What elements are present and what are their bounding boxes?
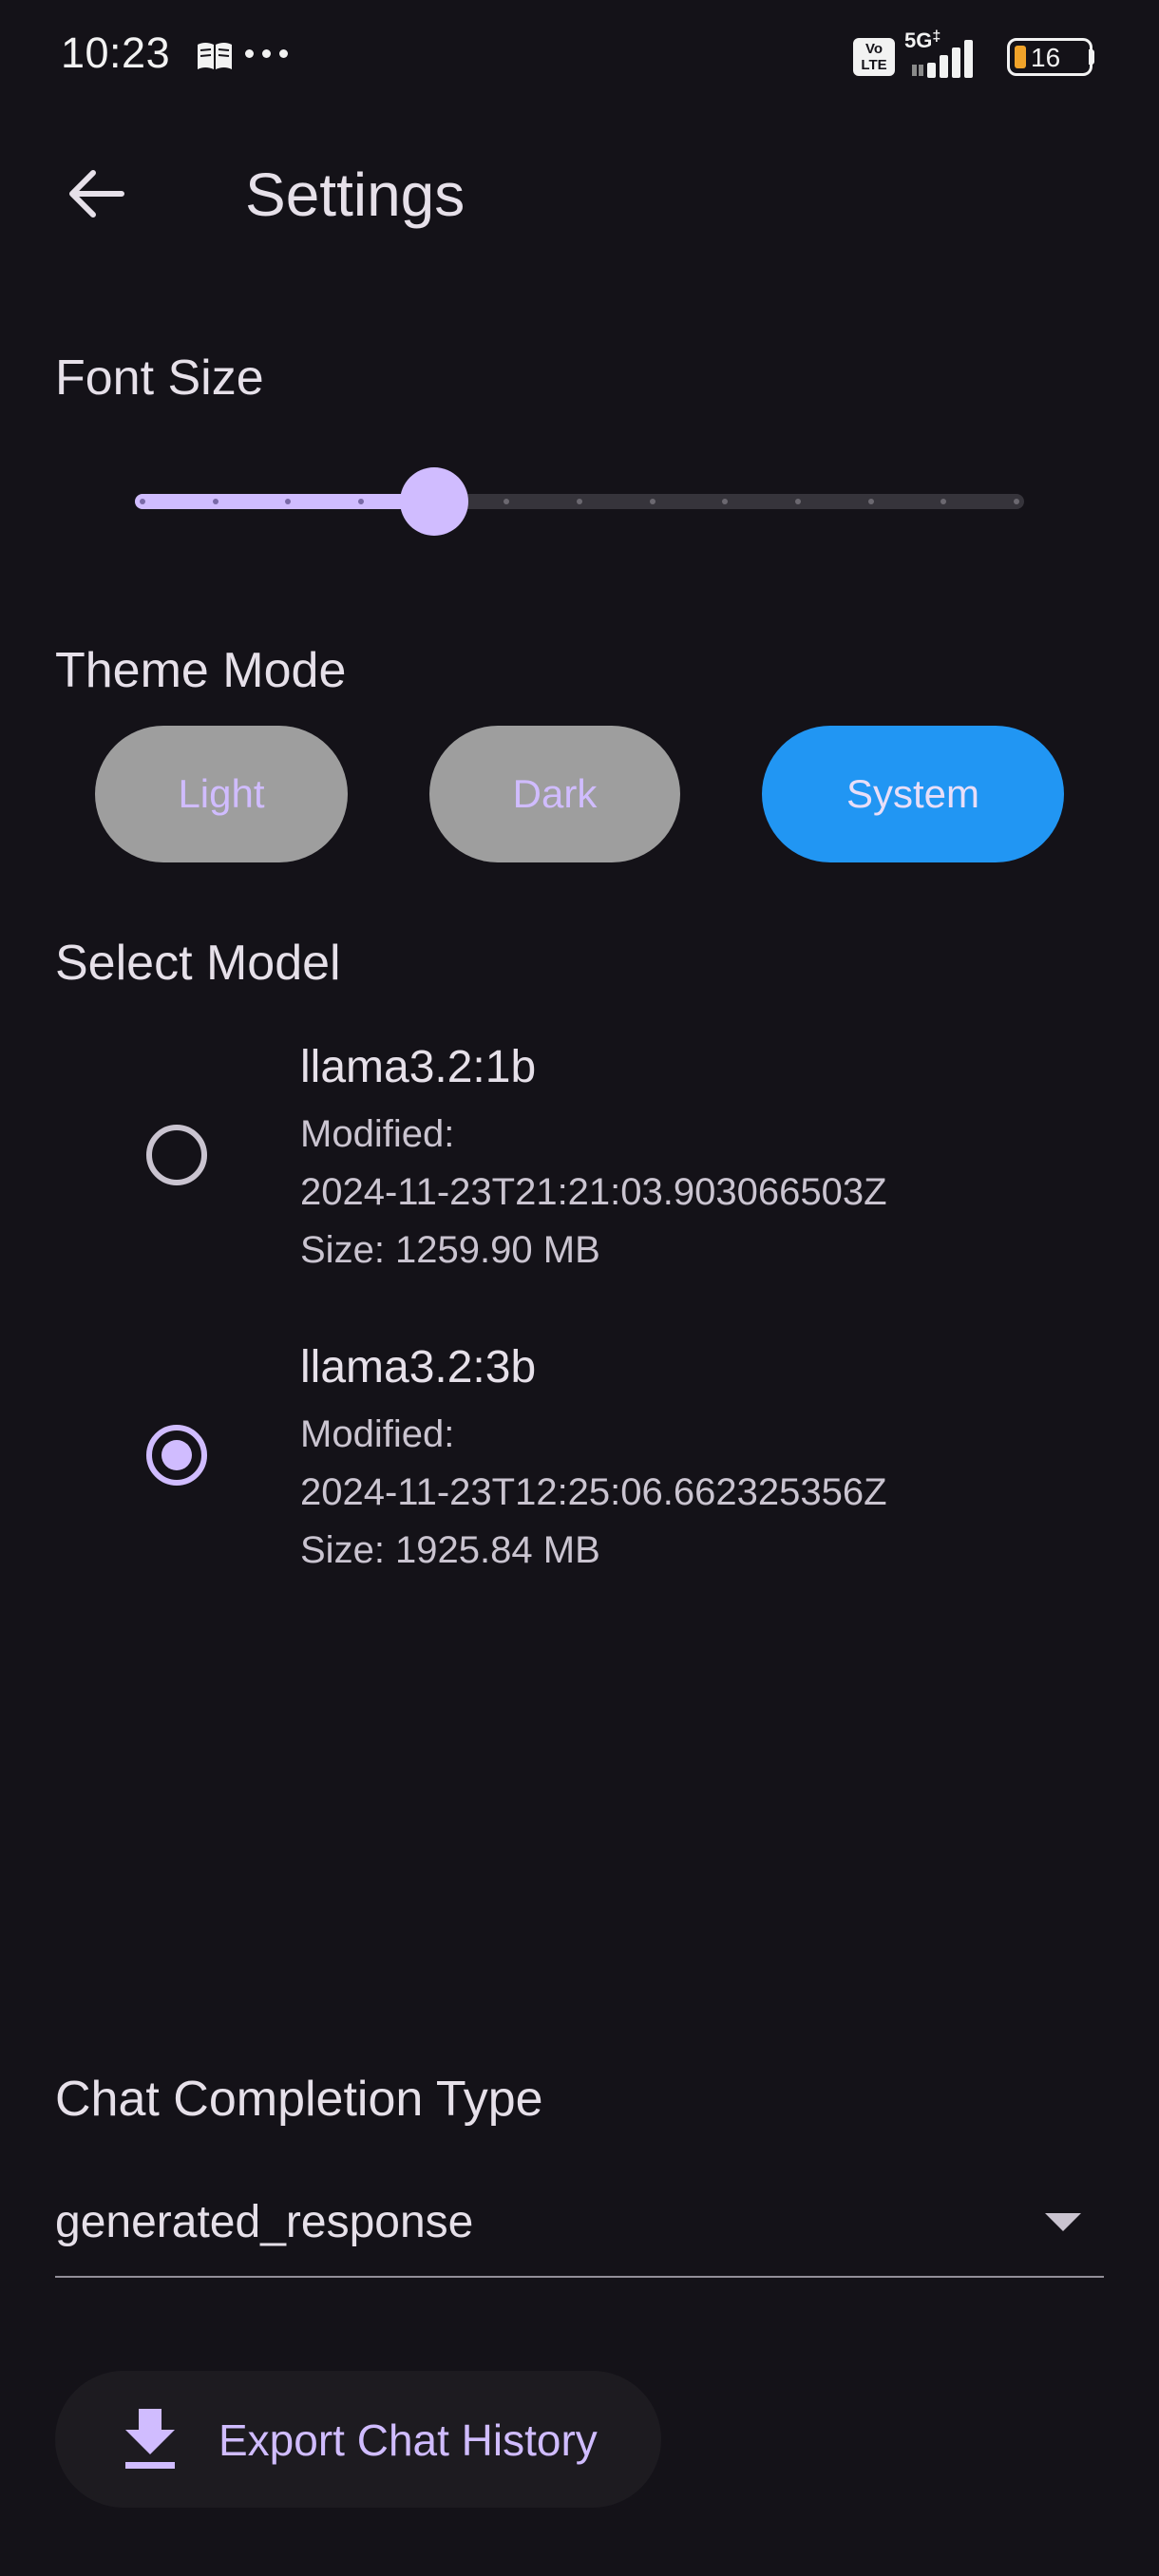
slider-tick xyxy=(577,499,582,504)
battery-level: 16 xyxy=(1031,43,1061,72)
model-list-item[interactable]: llama3.2:1b Modified: 2024-11-23T21:21:0… xyxy=(0,1035,1159,1292)
model-size: Size: 1259.90 MB xyxy=(300,1229,600,1271)
slider-tick xyxy=(212,499,218,504)
export-chat-history-button[interactable]: Export Chat History xyxy=(55,2371,661,2508)
dropdown-arrow-icon xyxy=(1045,2213,1081,2231)
select-model-label: Select Model xyxy=(55,936,341,991)
dropdown-value: generated_response xyxy=(55,2197,474,2247)
status-time: 10:23 xyxy=(61,28,171,77)
slider-tick xyxy=(140,499,145,504)
font-size-label: Font Size xyxy=(55,350,264,406)
slider-tick xyxy=(1014,499,1019,504)
slider-tick xyxy=(358,499,364,504)
back-button[interactable] xyxy=(53,152,137,236)
arrow-back-icon xyxy=(69,170,124,218)
more-notifications-icon xyxy=(245,49,291,59)
theme-mode-label: Theme Mode xyxy=(55,643,347,698)
model-name: llama3.2:3b xyxy=(300,1342,537,1392)
settings-screen: 10:23 Vo LTE 5G‡ 16 Settings Font Size T… xyxy=(0,0,1159,2576)
download-icon xyxy=(125,2409,175,2469)
slider-thumb[interactable] xyxy=(399,467,468,536)
model-size: Size: 1925.84 MB xyxy=(300,1529,600,1571)
status-bar: 10:23 Vo LTE 5G‡ 16 xyxy=(0,0,1159,114)
book-icon xyxy=(196,41,234,76)
model-radio-button[interactable] xyxy=(146,1425,207,1486)
model-radio-button[interactable] xyxy=(146,1125,207,1185)
chat-completion-dropdown[interactable]: generated_response xyxy=(55,2185,1104,2278)
model-modified-label: Modified: xyxy=(300,1413,455,1455)
model-modified-label: Modified: xyxy=(300,1113,455,1155)
export-label: Export Chat History xyxy=(218,2415,598,2465)
slider-active-track xyxy=(135,494,434,509)
theme-light-button[interactable]: Light xyxy=(95,726,348,862)
theme-dark-button[interactable]: Dark xyxy=(429,726,680,862)
volte-icon: Vo LTE xyxy=(853,38,895,76)
slider-tick xyxy=(649,499,656,504)
page-title: Settings xyxy=(245,161,466,229)
model-name: llama3.2:1b xyxy=(300,1042,537,1092)
model-list-item[interactable]: llama3.2:3b Modified: 2024-11-23T12:25:0… xyxy=(0,1335,1159,1592)
model-modified-date: 2024-11-23T21:21:03.903066503Z xyxy=(300,1171,887,1213)
model-modified-date: 2024-11-23T12:25:06.662325356Z xyxy=(300,1471,887,1513)
signal-icon xyxy=(912,40,973,78)
font-size-slider[interactable] xyxy=(135,467,1024,536)
theme-system-button[interactable]: System xyxy=(762,726,1064,862)
battery-icon: 16 xyxy=(1007,38,1092,76)
battery-nub xyxy=(1089,49,1094,65)
chat-completion-type-label: Chat Completion Type xyxy=(55,2072,543,2127)
slider-tick xyxy=(867,499,874,504)
slider-tick xyxy=(795,499,801,504)
